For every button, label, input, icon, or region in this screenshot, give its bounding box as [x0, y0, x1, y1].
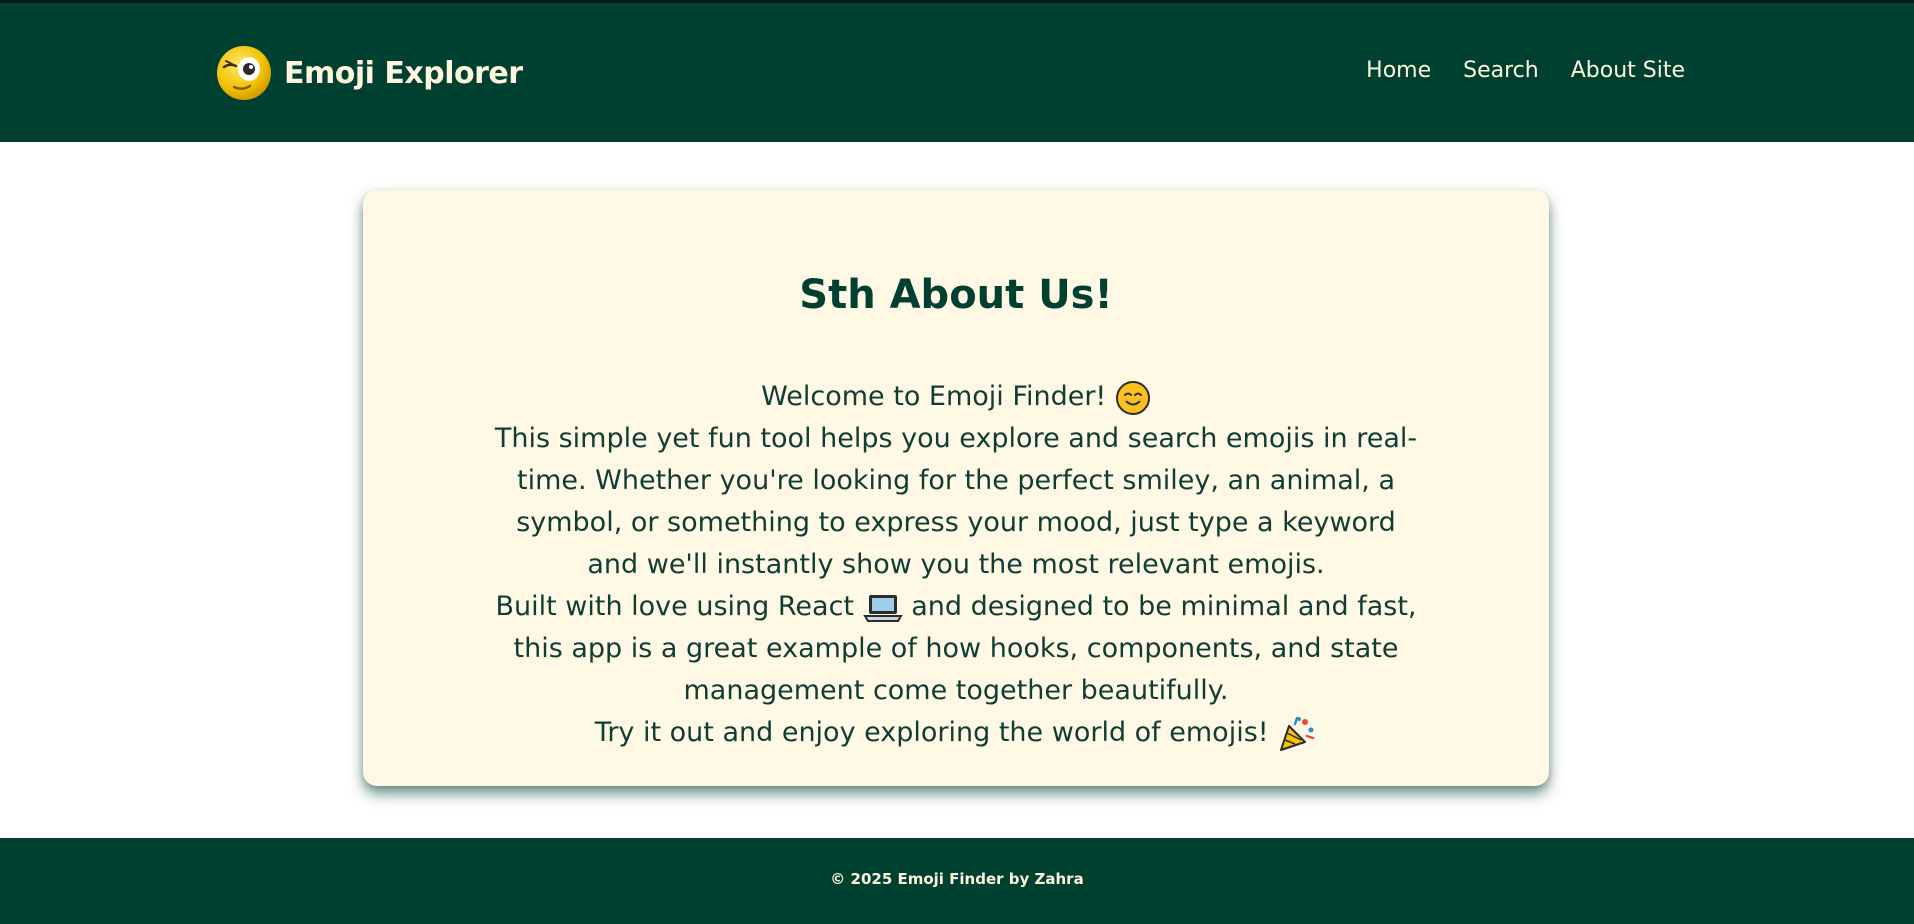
closing-text: Try it out and enjoy exploring the world…: [594, 717, 1269, 748]
main-nav: Home Search About Site: [1366, 58, 1685, 83]
built-with-line: Built with love using React and designed…: [493, 586, 1419, 712]
welcome-text: Welcome to Emoji Finder!: [761, 381, 1107, 412]
nav-link-search[interactable]: Search: [1463, 58, 1539, 83]
about-body: Welcome to Emoji Finder! This simple yet…: [493, 376, 1419, 754]
nav-link-home[interactable]: Home: [1366, 58, 1431, 83]
laptop-icon: [862, 594, 903, 622]
site-header: Emoji Explorer Home Search About Site: [0, 3, 1914, 142]
welcome-line: Welcome to Emoji Finder!: [493, 376, 1419, 418]
brand-title: Emoji Explorer: [284, 55, 523, 91]
about-title: Sth About Us!: [799, 272, 1113, 318]
smiling-face-icon: [1115, 380, 1150, 415]
site-footer: © 2025 Emoji Finder by Zahra: [0, 838, 1914, 924]
winking-face-logo-icon: [217, 46, 271, 100]
brand[interactable]: Emoji Explorer: [216, 43, 523, 103]
closing-line: Try it out and enjoy exploring the world…: [493, 712, 1419, 754]
built-with-text: Built with love using React: [495, 591, 854, 622]
party-popper-icon: [1280, 716, 1315, 751]
main-content: Sth About Us! Welcome to Emoji Finder! T…: [0, 142, 1914, 838]
nav-link-about-site[interactable]: About Site: [1571, 58, 1685, 83]
copyright-text: © 2025 Emoji Finder by Zahra: [830, 870, 1084, 888]
about-card: Sth About Us! Welcome to Emoji Finder! T…: [363, 190, 1549, 786]
description-text: This simple yet fun tool helps you explo…: [494, 423, 1418, 580]
